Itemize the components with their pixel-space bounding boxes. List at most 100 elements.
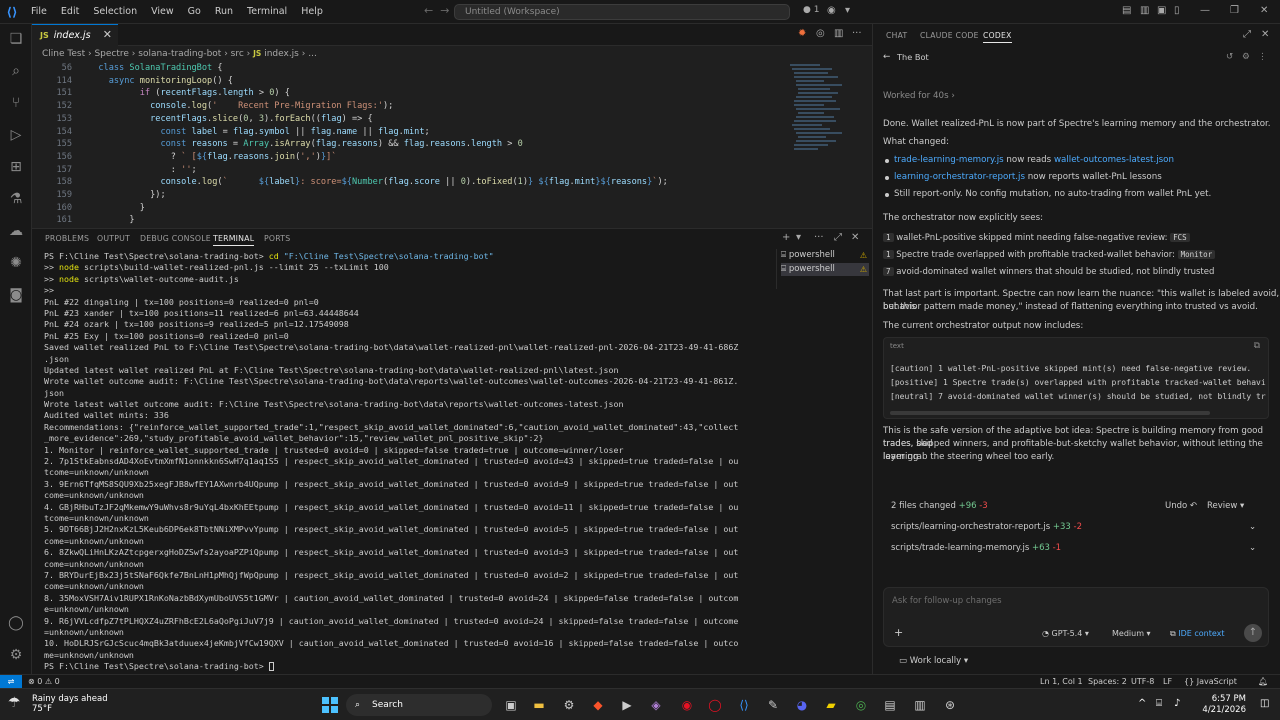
- run-debug-icon[interactable]: ▷: [7, 126, 25, 144]
- app-icon[interactable]: ⊛: [941, 696, 959, 714]
- close-tab-icon[interactable]: ✕: [103, 28, 112, 41]
- discord-icon[interactable]: ◕: [793, 696, 811, 714]
- chevron-down-icon[interactable]: ⌄: [1249, 543, 1256, 553]
- tab-problems[interactable]: PROBLEMS: [45, 234, 89, 243]
- breadcrumb-item[interactable]: Cline Test: [42, 49, 85, 59]
- media-app-icon[interactable]: ▶: [618, 696, 636, 714]
- customize-layout-icon[interactable]: ▯: [1174, 5, 1180, 16]
- code-editor[interactable]: 56 class SolanaTradingBot {114 async mon…: [32, 62, 872, 226]
- sticky-notes-icon[interactable]: ▰: [822, 696, 840, 714]
- changed-file-row[interactable]: scripts/learning-orchestrator-report.js …: [891, 522, 1082, 532]
- code-line[interactable]: 161 }: [32, 214, 792, 226]
- effort-select[interactable]: Medium ▾: [1112, 629, 1151, 638]
- close-window-icon[interactable]: ✕: [1260, 5, 1268, 16]
- chat-icon[interactable]: ◉: [827, 5, 836, 16]
- notification-center-icon[interactable]: ◫: [1260, 698, 1269, 709]
- code-line[interactable]: 56 class SolanaTradingBot {: [32, 62, 792, 75]
- minimap[interactable]: [788, 62, 844, 162]
- windows-start-icon[interactable]: [322, 697, 338, 713]
- code-line[interactable]: 159 });: [32, 189, 792, 202]
- terminal-item[interactable]: ⌸ powershell ⚠: [781, 249, 869, 262]
- close-icon[interactable]: ✕: [1261, 29, 1269, 40]
- chevron-down-icon[interactable]: ▾: [796, 232, 801, 243]
- cline-icon[interactable]: ◙: [7, 286, 25, 304]
- vscode-logo-icon[interactable]: ⟨⟩: [0, 0, 24, 24]
- code-line[interactable]: 160 }: [32, 202, 792, 215]
- close-panel-icon[interactable]: ✕: [851, 232, 859, 243]
- terminal-output[interactable]: PS F:\Cline Test\Spectre\solana-trading-…: [44, 251, 774, 675]
- ide-context-toggle[interactable]: ⧉ IDE context: [1170, 629, 1225, 639]
- compare-icon[interactable]: ◎: [816, 28, 825, 39]
- cursor-position[interactable]: Ln 1, Col 1: [1040, 677, 1083, 686]
- vscode-icon[interactable]: ⟨⟩: [735, 696, 753, 714]
- chevron-down-icon[interactable]: ▾: [845, 5, 850, 16]
- chrome-icon[interactable]: ◎: [852, 696, 870, 714]
- tab-claude-code[interactable]: CLAUDE CODE: [920, 31, 979, 40]
- menu-terminal[interactable]: Terminal: [240, 0, 294, 24]
- indentation[interactable]: Spaces: 2: [1088, 677, 1127, 686]
- layout-secondary-icon[interactable]: ▣: [1157, 5, 1166, 16]
- task-view-icon[interactable]: ▣: [502, 696, 520, 714]
- code-line[interactable]: 155 const reasons = Array.isArray(flag.r…: [32, 138, 792, 151]
- weather-widget[interactable]: Rainy days ahead 75°F: [32, 694, 108, 714]
- file-explorer-icon[interactable]: ▬: [530, 696, 548, 714]
- layout-sidebar-icon[interactable]: ▤: [1122, 5, 1131, 16]
- send-button[interactable]: ↑: [1244, 624, 1262, 642]
- weather-icon[interactable]: ☂: [8, 695, 28, 715]
- extensions-icon[interactable]: ⊞: [7, 158, 25, 176]
- file-link[interactable]: trade-learning-memory.js: [894, 155, 1004, 165]
- split-editor-icon[interactable]: ▥: [834, 28, 843, 39]
- copy-icon[interactable]: ⧉: [1254, 341, 1260, 351]
- more-icon[interactable]: ⋮: [1258, 51, 1267, 64]
- tab-ports[interactable]: PORTS: [264, 234, 290, 243]
- settings-gear-icon[interactable]: ⚙: [1242, 51, 1250, 64]
- menu-file[interactable]: File: [24, 0, 54, 24]
- tab-debug-console[interactable]: DEBUG CONSOLE: [140, 234, 211, 243]
- app-icon[interactable]: ◈: [647, 696, 665, 714]
- network-icon[interactable]: ⌸: [1156, 698, 1162, 709]
- ai-agent-icon[interactable]: ✺: [7, 254, 25, 272]
- chevron-down-icon[interactable]: ⌄: [1249, 522, 1256, 532]
- tab-chat[interactable]: CHAT: [886, 31, 907, 40]
- remote-indicator-icon[interactable]: ⇌: [0, 675, 22, 689]
- brave-browser-icon[interactable]: ◆: [589, 696, 607, 714]
- search-icon[interactable]: ⌕: [7, 62, 25, 80]
- more-actions-icon[interactable]: ···: [814, 232, 824, 243]
- followup-input[interactable]: Ask for follow-up changes + ◔ GPT-5.4 ▾ …: [883, 587, 1269, 647]
- file-link[interactable]: learning-orchestrator-report.js: [894, 172, 1025, 182]
- review-button[interactable]: Review ▾: [1207, 501, 1244, 511]
- file-link[interactable]: wallet-outcomes-latest.json: [1054, 155, 1174, 165]
- breadcrumb-item[interactable]: ...: [308, 49, 317, 59]
- app-icon[interactable]: ✎: [764, 696, 782, 714]
- code-line[interactable]: 153 recentFlags.slice(0, 3).forEach((fla…: [32, 113, 792, 126]
- manage-gear-icon[interactable]: ⚙: [7, 646, 25, 664]
- tab-output[interactable]: OUTPUT: [97, 234, 130, 243]
- tray-chevron-icon[interactable]: ^: [1138, 698, 1146, 709]
- menu-run[interactable]: Run: [208, 0, 240, 24]
- maximize-icon[interactable]: ❐: [1230, 5, 1239, 16]
- command-center-search[interactable]: Untitled (Workspace): [454, 4, 790, 20]
- code-line[interactable]: 157 : '';: [32, 164, 792, 177]
- menu-go[interactable]: Go: [181, 0, 208, 24]
- more-actions-icon[interactable]: ···: [852, 28, 862, 39]
- encoding[interactable]: UTF-8: [1131, 677, 1154, 686]
- model-select[interactable]: ◔ GPT-5.4 ▾: [1042, 629, 1089, 638]
- history-icon[interactable]: ↺: [1226, 51, 1233, 64]
- breadcrumb-item[interactable]: index.js: [264, 49, 299, 59]
- changed-file-row[interactable]: scripts/trade-learning-memory.js +63 -1: [891, 543, 1061, 553]
- menu-selection[interactable]: Selection: [86, 0, 144, 24]
- record-icon[interactable]: ✹: [798, 28, 806, 39]
- minimize-icon[interactable]: —: [1200, 5, 1210, 16]
- add-attachment-icon[interactable]: +: [894, 626, 903, 639]
- language-mode[interactable]: {} JavaScript: [1184, 677, 1237, 686]
- maximize-panel-icon[interactable]: ⤢: [834, 232, 842, 243]
- code-line[interactable]: 151 if (recentFlags.length > 0) {: [32, 87, 792, 100]
- breadcrumb-item[interactable]: solana-trading-bot: [138, 49, 221, 59]
- notepad-icon[interactable]: ▥: [911, 696, 929, 714]
- testing-icon[interactable]: ⚗: [7, 190, 25, 208]
- volume-icon[interactable]: ♪: [1174, 698, 1180, 709]
- new-terminal-icon[interactable]: +: [782, 232, 790, 243]
- code-line[interactable]: 158 console.log(` ${label}: score=${Numb…: [32, 176, 792, 189]
- code-line[interactable]: 156 ? ` [${flag.reasons.join(',')}]`: [32, 151, 792, 164]
- layout-panel-icon[interactable]: ▥: [1140, 5, 1149, 16]
